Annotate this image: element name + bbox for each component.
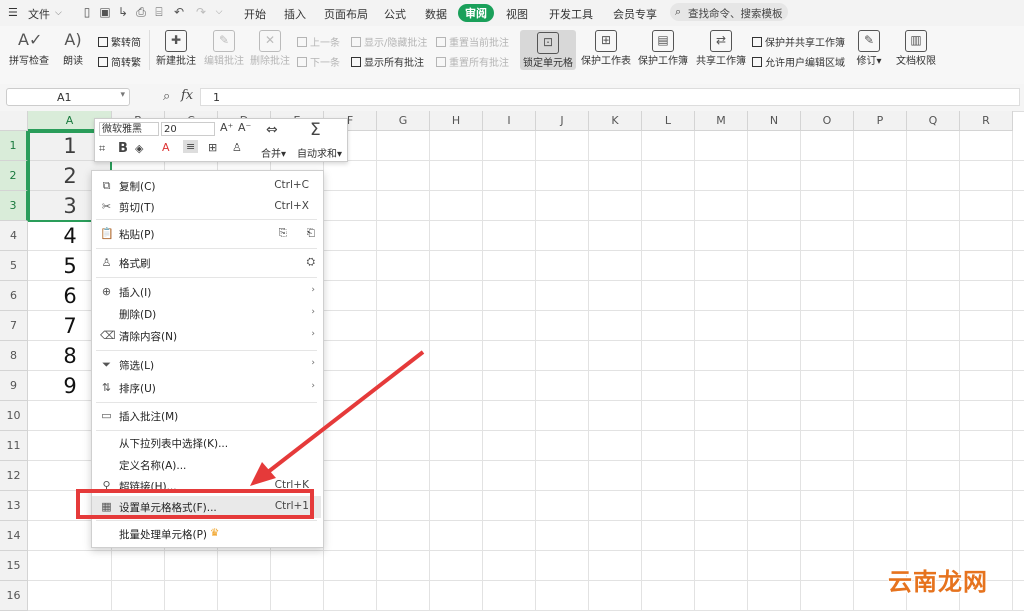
watermark-logo: 云南龙网 <box>888 568 988 596</box>
arrow-shaft <box>266 350 425 474</box>
arrow-head <box>250 462 276 486</box>
annotation-arrow <box>250 350 425 486</box>
